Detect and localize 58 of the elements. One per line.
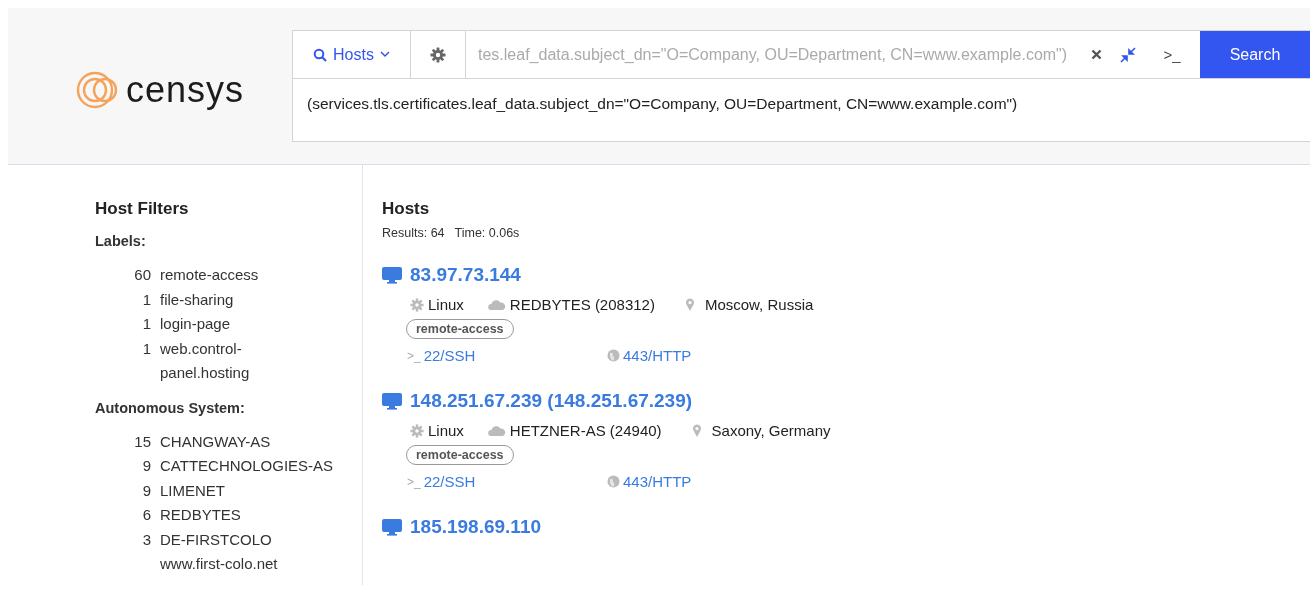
service-link[interactable]: 22/SSH	[423, 347, 476, 364]
filter-item[interactable]: REDBYTES	[160, 503, 345, 528]
filter-count: 60	[133, 265, 152, 285]
terminal-glyph: >_	[407, 474, 421, 489]
globe-icon	[607, 475, 620, 488]
filter-item[interactable]: login-page	[160, 312, 278, 337]
gear-icon	[410, 423, 424, 438]
results-summary: Results: 64	[382, 226, 445, 240]
sidebar-title: Host Filters	[95, 199, 190, 219]
filter-item[interactable]: remote-access	[160, 263, 278, 288]
as-text: HETZNER-AS (24940)	[509, 422, 662, 439]
filter-count: 1	[141, 289, 152, 310]
filter-item[interactable]: CATTECHNOLOGIES-AS	[160, 454, 345, 479]
location-pin-icon	[684, 297, 695, 312]
os-text: Linux	[428, 422, 464, 439]
chevron-down-icon	[379, 51, 390, 58]
as-text: REDBYTES (208312)	[509, 296, 655, 313]
filter-item[interactable]: file-sharing	[160, 287, 278, 312]
settings-icon	[430, 46, 446, 63]
monitor-icon	[382, 518, 402, 536]
logo-text: censys	[126, 70, 245, 110]
host-ip-link[interactable]: 148.251.67.239 (148.251.67.239)	[410, 390, 693, 412]
service-link[interactable]: 443/HTTP	[623, 473, 692, 490]
monitor-icon	[382, 266, 402, 284]
location-text: Saxony, Germany	[711, 422, 831, 439]
filter-count: 1	[141, 314, 152, 334]
terminal-glyph: >_	[407, 348, 421, 363]
close-icon	[1090, 49, 1102, 60]
service-link[interactable]: 443/HTTP	[623, 347, 692, 364]
filter-item[interactable]: LIMENET	[160, 478, 345, 503]
filter-count: 6	[141, 505, 152, 525]
filter-section-title: Labels:	[95, 233, 147, 249]
cloud-icon	[487, 424, 506, 437]
cloud-icon	[487, 298, 506, 311]
gear-icon	[410, 297, 424, 312]
search-button[interactable]: Search	[1200, 31, 1310, 78]
results-title: Hosts	[382, 199, 431, 219]
filter-count: 9	[141, 480, 152, 501]
host-ip-link[interactable]: 185.198.69.110	[410, 516, 542, 538]
location-text: Moscow, Russia	[704, 296, 814, 313]
filter-count: 3	[141, 529, 152, 550]
monitor-icon	[382, 392, 402, 410]
search-icon	[313, 47, 328, 62]
globe-icon	[607, 349, 620, 362]
query-text[interactable]: (services.tls.certificates.leaf_data.subject_dn="O=Company, OU=Department, CN=www.example.com")	[293, 79, 1310, 141]
host-ip-link[interactable]: 83.97.73.144	[410, 264, 521, 286]
os-text: Linux	[428, 296, 464, 313]
filter-item[interactable]: DE-FIRSTCOLO www.first-colo.net	[160, 527, 345, 577]
filter-count: 9	[141, 456, 152, 476]
results-summary: Time: 0.06s	[454, 226, 520, 240]
filter-count: 1	[141, 338, 152, 359]
location-pin-icon	[691, 423, 702, 438]
filter-item[interactable]: web.control-panel.hosting	[160, 336, 278, 386]
filter-count: 15	[133, 431, 152, 452]
filter-section-title: Autonomous System:	[95, 399, 246, 416]
service-link[interactable]: 22/SSH	[423, 473, 476, 490]
filter-item[interactable]: CHANGWAY-AS	[160, 429, 345, 454]
collapse-arrows-icon	[1120, 46, 1136, 63]
